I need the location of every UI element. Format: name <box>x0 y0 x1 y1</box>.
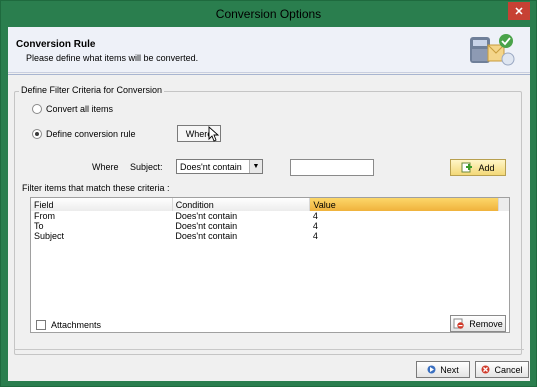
column-header-field[interactable]: Field <box>31 198 173 211</box>
attachments-option[interactable]: Attachments <box>36 320 101 330</box>
cell-value: 4 <box>312 221 318 231</box>
cell-value: 4 <box>312 211 318 221</box>
mouse-cursor-icon <box>208 126 220 142</box>
footer-separator <box>14 349 524 350</box>
condition-select[interactable]: Does'nt contain ▼ <box>176 159 263 174</box>
convert-all-radio[interactable] <box>32 104 42 114</box>
column-header-condition[interactable]: Condition <box>172 198 311 211</box>
define-rule-radio[interactable] <box>32 129 42 139</box>
convert-all-option[interactable]: Convert all items <box>32 104 113 114</box>
define-rule-option[interactable]: Define conversion rule <box>32 129 136 139</box>
add-button[interactable]: Add <box>450 159 506 176</box>
next-button-label: Next <box>440 364 459 375</box>
header-title: Conversion Rule <box>16 39 96 50</box>
table-row[interactable]: To Does'nt contain 4 <box>31 221 509 231</box>
cancel-button-label: Cancel <box>494 364 523 375</box>
arrow-right-icon <box>427 365 436 374</box>
close-button[interactable]: ✕ <box>508 2 530 20</box>
dialog-window: Conversion Options ✕ Conversion Rule Ple… <box>0 0 537 387</box>
attachments-label: Attachments <box>51 320 102 330</box>
add-button-label: Add <box>478 162 495 173</box>
header-panel: Conversion Rule Please define what items… <box>8 27 530 73</box>
cell-field: From <box>34 211 55 221</box>
where-label: Where <box>92 162 119 172</box>
remove-icon <box>453 318 464 329</box>
field-label: Subject: <box>130 162 163 172</box>
filter-group-label: Define Filter Criteria for Conversion <box>19 85 165 95</box>
title-bar[interactable]: Conversion Options ✕ <box>1 1 536 27</box>
criteria-table[interactable]: Field Condition Value From Does'nt conta… <box>30 197 510 333</box>
table-row[interactable]: Subject Does'nt contain 4 <box>31 231 509 241</box>
next-button[interactable]: Next <box>416 361 470 378</box>
cell-condition: Does'nt contain <box>175 211 238 221</box>
cancel-icon <box>481 365 490 374</box>
cell-field: To <box>34 221 44 231</box>
cell-value: 4 <box>312 231 318 241</box>
header-separator <box>8 74 530 75</box>
value-input[interactable] <box>290 159 374 176</box>
remove-button[interactable]: Remove <box>450 315 506 332</box>
cell-condition: Does'nt contain <box>175 221 238 231</box>
close-icon: ✕ <box>514 5 524 18</box>
table-row[interactable]: From Does'nt contain 4 <box>31 211 509 221</box>
cell-condition: Does'nt contain <box>175 231 238 241</box>
attachments-checkbox[interactable] <box>36 320 46 330</box>
chevron-down-icon[interactable]: ▼ <box>249 160 262 173</box>
convert-all-label: Convert all items <box>46 104 114 114</box>
table-scroll-corner <box>499 198 509 211</box>
cancel-button[interactable]: Cancel <box>475 361 529 378</box>
condition-select-value: Does'nt contain <box>180 161 242 172</box>
dialog-client: Conversion Rule Please define what items… <box>8 27 530 381</box>
remove-button-label: Remove <box>469 318 503 329</box>
filter-criteria-label: Filter items that match these criteria : <box>22 183 170 193</box>
mail-convert-icon <box>470 34 515 66</box>
cell-field: Subject <box>34 231 65 241</box>
column-header-value[interactable]: Value <box>310 198 500 211</box>
table-header: Field Condition Value <box>31 198 509 211</box>
header-subtitle: Please define what items will be convert… <box>26 53 199 63</box>
add-icon <box>461 162 473 173</box>
window-title: Conversion Options <box>215 7 322 21</box>
define-rule-label: Define conversion rule <box>46 129 136 139</box>
